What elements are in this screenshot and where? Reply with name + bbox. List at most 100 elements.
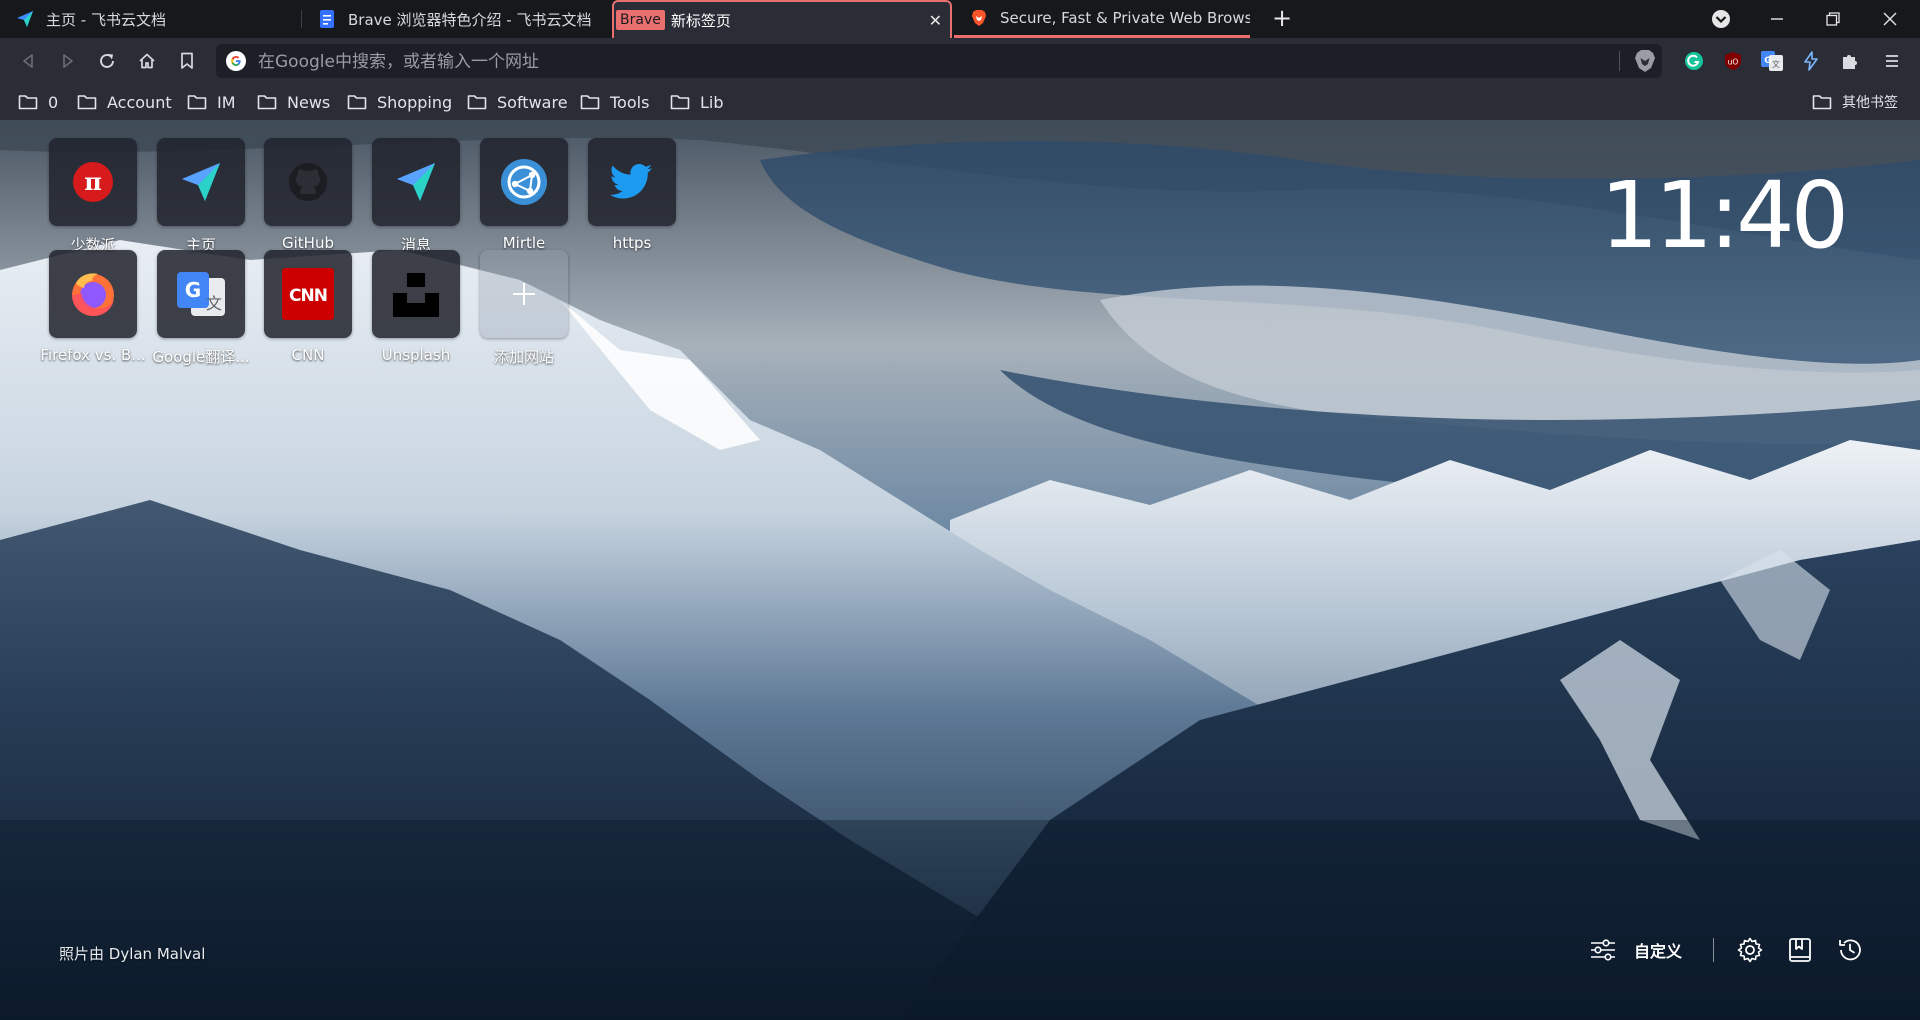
tile-label: Google翻译...: [152, 348, 250, 366]
ublock-icon: uO: [1725, 52, 1741, 70]
tab-strip: 主页 - 飞书云文档 Brave 浏览器特色介绍 - 飞书云文档 Brave 新…: [0, 0, 1920, 38]
svg-text:CNN: CNN: [289, 286, 327, 306]
tab-new-tab[interactable]: Brave 新标签页 ✕: [612, 0, 952, 38]
top-site-tile-unsplash[interactable]: Unsplash: [362, 250, 470, 364]
forward-button[interactable]: [54, 47, 82, 75]
bookmark-label: 0: [48, 92, 59, 112]
mirtle-icon: [501, 159, 547, 205]
tab-brave-intro[interactable]: Brave 浏览器特色介绍 - 飞书云文档: [302, 0, 607, 38]
brave-shields-icon[interactable]: [1632, 48, 1658, 74]
folder-icon: [580, 95, 600, 110]
bookmark-button[interactable]: [173, 47, 201, 75]
main-menu-button[interactable]: [1879, 48, 1905, 74]
gear-icon[interactable]: [1736, 936, 1764, 964]
feishu-icon: [16, 10, 34, 28]
bookmark-folder-tools[interactable]: Tools: [580, 84, 649, 120]
cnn-icon: CNN: [282, 268, 334, 320]
hamburger-menu-icon: [1886, 55, 1898, 67]
customize-label: 自定义: [1634, 942, 1683, 961]
bookmark-label: Tools: [610, 92, 650, 112]
address-input[interactable]: [256, 44, 1560, 80]
bookmark-label: Shopping: [377, 92, 453, 112]
folder-icon: [257, 95, 277, 110]
bookmark-folder-account[interactable]: Account: [77, 84, 172, 120]
twitter-icon: [611, 164, 652, 199]
bookmark-folder-im[interactable]: IM: [187, 84, 236, 120]
ublock-extension[interactable]: uO: [1720, 48, 1746, 74]
tile-icon-box: [588, 138, 676, 226]
back-button[interactable]: [14, 47, 42, 75]
lightning-icon: [1804, 51, 1818, 71]
close-window-button[interactable]: [1862, 0, 1918, 38]
close-icon: [1883, 12, 1897, 26]
tab-title: 新标签页: [670, 11, 731, 30]
top-site-tile-mirtle[interactable]: Mirtle: [470, 138, 578, 252]
home-button[interactable]: [133, 47, 161, 75]
unsplash-icon: [393, 273, 439, 317]
feishu-icon: [397, 163, 435, 201]
restore-button[interactable]: [1805, 0, 1861, 38]
address-bar[interactable]: [216, 44, 1662, 80]
puzzle-icon: [1843, 55, 1857, 69]
tile-icon-box: [372, 250, 460, 338]
minimize-button[interactable]: [1749, 0, 1805, 38]
tab-group-label[interactable]: Brave: [616, 10, 665, 30]
tile-label: CNN: [291, 346, 325, 364]
bookmark-folder-lib[interactable]: Lib: [670, 84, 724, 120]
tab-brave-website[interactable]: Secure, Fast & Private Web Browser: [954, 0, 1250, 38]
chevron-down-icon: [1712, 10, 1730, 28]
svg-text:文: 文: [206, 294, 222, 313]
bookmark-folder-0[interactable]: 0: [18, 84, 58, 120]
bookmarks-bar: 0 Account IM News Shopping Software Tool…: [0, 84, 1920, 120]
history-icon[interactable]: [1836, 936, 1864, 964]
svg-text:文: 文: [1772, 59, 1780, 69]
tab-title: 主页 - 飞书云文档: [46, 10, 166, 29]
top-site-tile-messages[interactable]: 消息: [362, 138, 470, 255]
tile-icon-box: CNN: [264, 250, 352, 338]
tile-label: Firefox vs. B...: [40, 346, 146, 364]
tab-search-button[interactable]: [1693, 0, 1749, 38]
new-tab-button[interactable]: +: [1268, 5, 1296, 33]
bookmarks-manager-icon[interactable]: [1786, 936, 1814, 964]
bookmark-folder-news[interactable]: News: [257, 84, 330, 120]
minimize-icon: [1771, 18, 1783, 20]
close-icon[interactable]: ✕: [929, 11, 942, 30]
sliders-icon: [1591, 939, 1615, 961]
bookmark-label: IM: [217, 92, 236, 112]
tab-feishu-home[interactable]: 主页 - 飞书云文档: [0, 0, 300, 38]
bookmark-folder-shopping[interactable]: Shopping: [347, 84, 452, 120]
fastgithub-extension[interactable]: [1798, 48, 1824, 74]
top-site-tile-github[interactable]: GitHub: [254, 138, 362, 252]
top-site-tile-sspai[interactable]: π 少数派: [39, 138, 147, 255]
tile-icon-box: [372, 138, 460, 226]
grammarly-extension[interactable]: [1681, 48, 1707, 74]
plus-icon: [513, 283, 535, 305]
tile-label: 添加网站: [493, 348, 554, 366]
grammarly-icon: [1685, 52, 1703, 70]
folder-icon: [1812, 95, 1832, 110]
top-site-tile-google-translate[interactable]: G文 Google翻译...: [147, 250, 255, 367]
top-site-tile-twitter[interactable]: https: [578, 138, 686, 252]
translate-extension[interactable]: G文: [1759, 48, 1785, 74]
photo-credit[interactable]: 照片由 Dylan Malval: [59, 943, 205, 964]
reload-icon: [100, 54, 114, 68]
customize-button[interactable]: 自定义: [1590, 935, 1682, 965]
toolbar: uO G文: [0, 38, 1920, 84]
bookmark-icon: [181, 52, 193, 69]
add-site-tile[interactable]: 添加网站: [470, 250, 578, 367]
reload-button[interactable]: [93, 47, 121, 75]
bookmark-folder-software[interactable]: Software: [467, 84, 568, 120]
sspai-icon: π: [73, 162, 113, 202]
tile-icon-box: G文: [157, 250, 245, 338]
folder-icon: [18, 95, 38, 110]
bookmark-label: News: [287, 92, 331, 112]
address-bar-divider: [1619, 51, 1620, 71]
top-site-tile-home[interactable]: 主页: [147, 138, 255, 255]
new-tab-page: π 少数派 主页 GitHub 消息 Mirtle https Firefox …: [0, 120, 1920, 1020]
top-site-tile-firefox[interactable]: Firefox vs. B...: [39, 250, 147, 364]
extensions-button[interactable]: [1837, 48, 1863, 74]
top-site-tile-cnn[interactable]: CNN CNN: [254, 250, 362, 364]
tile-icon-box: π: [49, 138, 137, 226]
other-bookmarks-folder[interactable]: 其他书签: [1812, 84, 1898, 120]
tile-icon-box: [157, 138, 245, 226]
